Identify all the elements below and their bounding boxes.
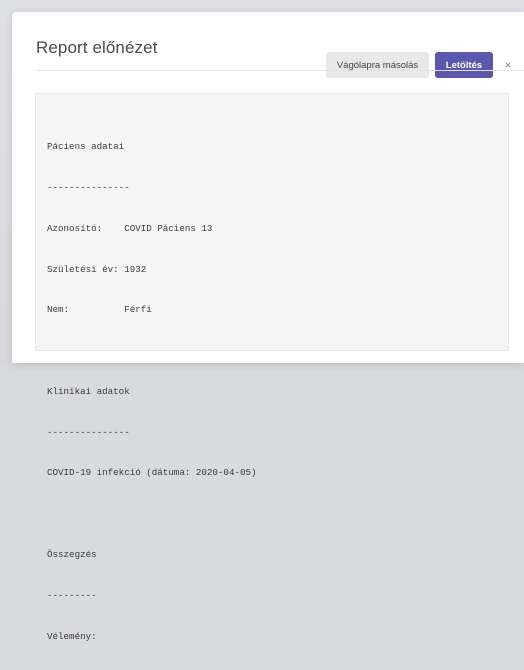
modal-header: Report előnézet Vágólapra másolás Letölt… (12, 12, 524, 78)
report-line-birth-year: Születési év: 1932 (47, 263, 147, 275)
report-line-separator: --------- (47, 589, 97, 601)
report-line-opinion: Vélemény: (47, 630, 97, 642)
report-line-summary-heading: Összegzés (47, 549, 97, 560)
report-line-patient-heading: Páciens adatai (47, 141, 125, 153)
report-line-identifier: Azonosító: COVID Páciens 13 (47, 222, 213, 234)
copy-to-clipboard-button[interactable]: Vágólapra másolás (326, 52, 429, 78)
download-button[interactable]: Letöltés (435, 52, 493, 78)
modal-title: Report előnézet (36, 38, 158, 57)
report-line-blank (47, 507, 257, 521)
report-line-separator: --------------- (47, 181, 130, 193)
report-line-sex: Nem: Férfi (47, 304, 152, 316)
report-text: Páciens adatai --------------- Azonosító… (47, 113, 257, 670)
report-preview-content: Páciens adatai --------------- Azonosító… (35, 93, 509, 642)
report-line-blank (47, 344, 257, 358)
close-icon[interactable]: × (499, 52, 517, 78)
report-line-separator: --------------- (47, 426, 130, 438)
report-line-infection: COVID-19 infekció (dátuma: 2020-04-05) (47, 467, 257, 479)
report-line-clinical-heading: Klinikai adatok (47, 385, 130, 397)
report-preview-modal: Report előnézet Vágólapra másolás Letölt… (12, 12, 524, 642)
header-divider (36, 70, 524, 71)
